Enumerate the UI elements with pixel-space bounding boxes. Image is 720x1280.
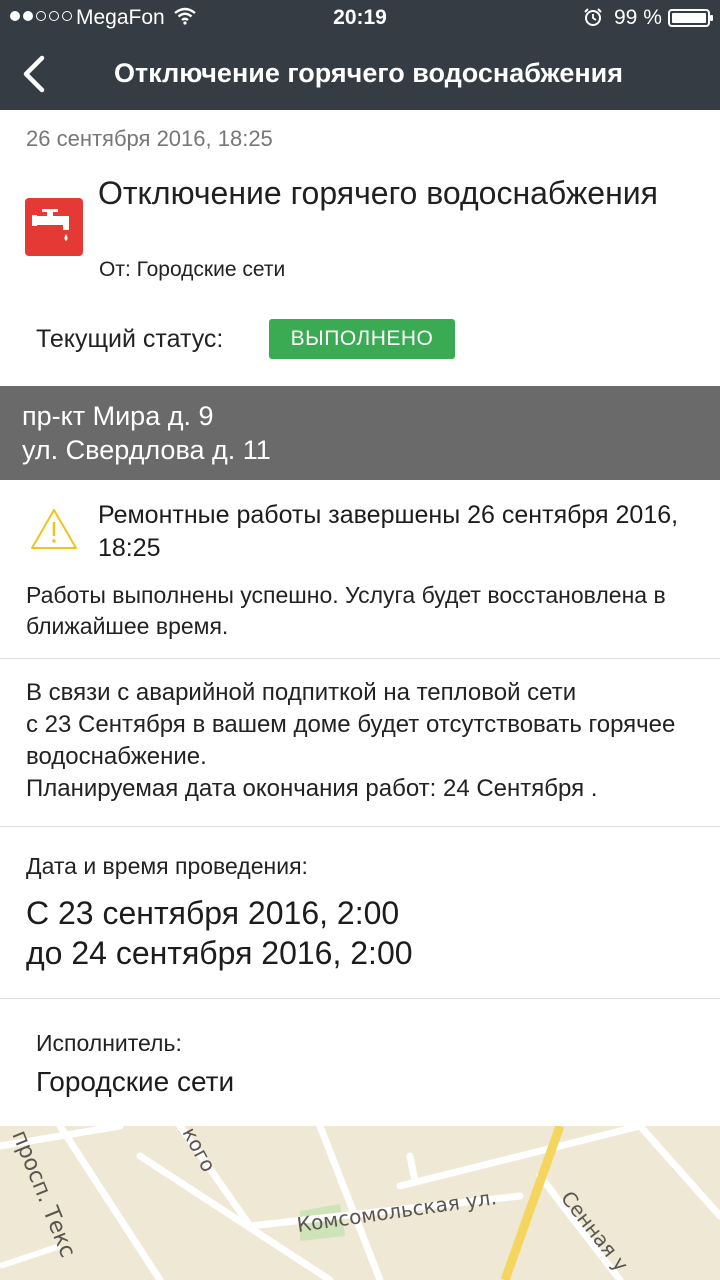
back-button[interactable] xyxy=(14,52,58,96)
update-title: Ремонтные работы завершены 26 сентября 2… xyxy=(98,501,679,562)
address-line: пр-кт Мира д. 9 xyxy=(22,401,214,431)
status-label: Текущий статус: xyxy=(36,325,224,353)
divider xyxy=(0,658,720,659)
status-badge: ВЫПОЛНЕНО xyxy=(269,319,455,359)
chevron-left-icon xyxy=(23,55,45,93)
nav-title: Отключение горячего водоснабжения xyxy=(114,58,623,88)
period-start: С 23 сентября 2016, 2:00 xyxy=(26,895,400,931)
status-bar: MegaFon 20:19 99 % xyxy=(0,0,720,38)
divider xyxy=(0,998,720,999)
map-canvas: просп. Текс кого Комсомольская ул. Сенна… xyxy=(0,1126,720,1280)
period-range: С 23 сентября 2016, 2:00 до 24 сентября … xyxy=(26,893,413,973)
address-block: пр-кт Мира д. 9 ул. Свердлова д. 11 xyxy=(0,386,720,480)
clock: 20:19 xyxy=(333,6,387,29)
notice-title: Отключение горячего водоснабжения xyxy=(98,175,658,211)
notice-source: От: Городские сети xyxy=(99,258,286,281)
update-text: Работы выполнены успешно. Услуга будет в… xyxy=(26,582,666,639)
water-tap-icon xyxy=(25,198,83,256)
period-label: Дата и время проведения: xyxy=(26,853,308,879)
navigation-bar: Отключение горячего водоснабжения xyxy=(0,38,720,110)
alarm-icon xyxy=(583,7,603,33)
battery-percent: 99 % xyxy=(614,6,662,29)
executor-name: Городские сети xyxy=(36,1066,235,1097)
top-bar: MegaFon 20:19 99 % Отключение горячего в… xyxy=(0,0,720,110)
divider xyxy=(0,826,720,827)
executor-label: Исполнитель: xyxy=(36,1030,182,1056)
period-end: до 24 сентября 2016, 2:00 xyxy=(26,935,413,971)
warning-triangle-icon xyxy=(30,508,78,555)
battery-icon xyxy=(668,9,713,27)
address-line: ул. Свердлова д. 11 xyxy=(22,435,271,465)
location-map[interactable]: просп. Текс кого Комсомольская ул. Сенна… xyxy=(0,1126,720,1280)
notice-date: 26 сентября 2016, 18:25 xyxy=(26,126,273,151)
notice-description: В связи с аварийной подпиткой на теплово… xyxy=(26,679,676,802)
